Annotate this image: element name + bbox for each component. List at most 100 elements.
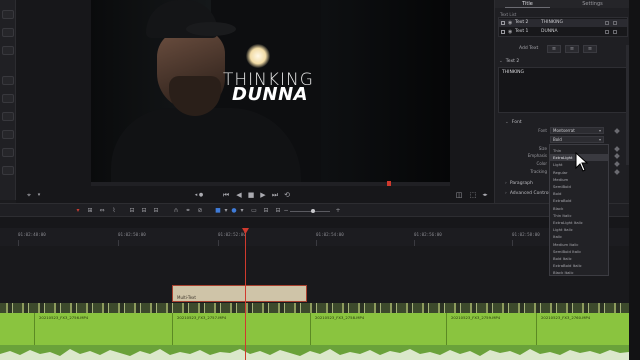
keyframe-icon[interactable]	[614, 153, 620, 159]
add-text-button[interactable]: Add Text	[519, 46, 538, 51]
lock-icon[interactable]	[613, 21, 617, 25]
lock-icon[interactable]	[613, 30, 617, 34]
chevron-down-icon[interactable]: ▾	[222, 207, 230, 215]
replace-clip-icon[interactable]: ⊟	[152, 207, 160, 215]
zoom-in-icon[interactable]: +	[334, 207, 342, 215]
zoom-slider-knob[interactable]	[311, 209, 315, 213]
strip-button[interactable]	[2, 148, 14, 157]
link-icon[interactable]: ⚭	[184, 207, 192, 215]
keyframe-icon[interactable]	[614, 169, 620, 175]
play-reverse-icon[interactable]: ◀	[234, 190, 244, 200]
dropdown-option[interactable]: Bold	[550, 190, 608, 197]
section-paragraph-header[interactable]: › Paragraph	[505, 181, 533, 186]
dropdown-option[interactable]: Black	[550, 205, 608, 212]
chevron-down-icon[interactable]: ▾	[238, 207, 246, 215]
strip-button[interactable]	[2, 46, 14, 55]
position-lock-icon[interactable]: ⊘	[196, 207, 204, 215]
skip-end-icon[interactable]: ⏭	[270, 190, 280, 200]
dropdown-option[interactable]: Italic	[550, 233, 608, 240]
chevron-down-icon[interactable]: ▾	[34, 190, 44, 200]
video-clip[interactable]: 20210523_FX3_2758.MP4	[310, 313, 446, 345]
strip-button[interactable]	[2, 94, 14, 103]
align-left-icon[interactable]: ≡	[547, 45, 561, 53]
checkbox-icon[interactable]	[501, 30, 505, 34]
fullscreen-icon[interactable]: ⬚	[468, 190, 478, 200]
dropdown-option[interactable]: ExtraBold	[550, 197, 608, 204]
zoom-custom-icon[interactable]: ⊟	[274, 207, 282, 215]
dropdown-option[interactable]: ExtraLight Italic	[550, 219, 608, 226]
trash-icon[interactable]	[605, 21, 609, 25]
strip-button[interactable]	[2, 76, 14, 85]
title-clip-label: Multi-Text	[177, 295, 196, 300]
dropdown-option[interactable]: Thin Italic	[550, 212, 608, 219]
video-clip[interactable]: 20210523_FX3_2760.MP4	[536, 313, 629, 345]
title-clip[interactable]: Multi-Text	[172, 285, 307, 302]
loop-icon[interactable]: ⟲	[282, 190, 292, 200]
strip-button[interactable]	[2, 130, 14, 139]
tab-title[interactable]: Title	[505, 0, 550, 8]
align-center-icon[interactable]: ≡	[565, 45, 579, 53]
chevron-right-icon: ›	[505, 181, 507, 186]
resolve-editor: THINKING DUNNA ⌖ ▾ ◂ ● ⏮ ◀ ■ ▶ ⏭ ⟲ ◫ ⬚ ◂…	[0, 0, 640, 360]
zoom-detail-icon[interactable]: ⊟	[262, 207, 270, 215]
video-clip[interactable]: 20210523_FX3_2756.MP4	[34, 313, 172, 345]
viewer-tool-icon[interactable]: ⌖	[24, 190, 34, 200]
checkbox-icon[interactable]	[501, 21, 505, 25]
dropdown-option[interactable]: Bold Italic	[550, 255, 608, 262]
zoom-out-icon[interactable]: −	[282, 207, 290, 215]
marker-icon[interactable]: ●	[230, 207, 238, 215]
flag-icon[interactable]: ■	[214, 207, 222, 215]
keyframe-icon[interactable]	[614, 128, 620, 134]
strip-button[interactable]	[2, 28, 14, 37]
section-text-header[interactable]: ⌄ Text 2	[499, 59, 519, 64]
title-overlay-line2[interactable]: DUNNA	[232, 84, 308, 105]
dynamic-trim-icon[interactable]: ⇔	[98, 207, 106, 215]
stop-icon[interactable]: ■	[246, 190, 256, 200]
trash-icon[interactable]	[605, 30, 609, 34]
viewer-scrubber[interactable]	[91, 181, 450, 186]
overflow-icon[interactable]: ◂▸	[480, 190, 490, 200]
dropdown-option[interactable]: SemiBold	[550, 183, 608, 190]
selection-tool-icon[interactable]: ▾	[74, 207, 82, 215]
eye-icon[interactable]: ◉	[508, 28, 512, 36]
dropdown-option[interactable]: SemiBold Italic	[550, 248, 608, 255]
text-content-field[interactable]: THINKING	[498, 67, 628, 113]
blade-tool-icon[interactable]: ⌇	[110, 207, 118, 215]
align-right-icon[interactable]: ≡	[583, 45, 597, 53]
font-select[interactable]: Montserrat ▾	[550, 127, 604, 134]
keyframe-icon[interactable]	[614, 146, 620, 152]
video-clip[interactable]: 20210523_FX3_2759.MP4	[446, 313, 536, 345]
audio-track[interactable]	[0, 345, 629, 360]
dropdown-option[interactable]: Medium Italic	[550, 241, 608, 248]
play-icon[interactable]: ▶	[258, 190, 268, 200]
strip-button[interactable]	[2, 166, 14, 175]
insert-clip-icon[interactable]: ⊟	[128, 207, 136, 215]
zoom-slider-track[interactable]	[290, 211, 330, 212]
timeline-ruler[interactable]: 01:02:48:00 01:02:50:00 01:02:52:00 01:0…	[0, 228, 629, 246]
section-font-header[interactable]: ⌄ Font	[505, 120, 522, 125]
keyframe-icon[interactable]	[614, 161, 620, 167]
dropdown-option[interactable]: Black Italic	[550, 269, 608, 276]
dropdown-option[interactable]: Light Italic	[550, 226, 608, 233]
dropdown-option[interactable]: ExtraBold Italic	[550, 262, 608, 269]
dropdown-option[interactable]: Medium	[550, 176, 608, 183]
list-item[interactable]: ◉ Text 2 THINKING	[499, 19, 627, 27]
trim-tool-icon[interactable]: ⊞	[86, 207, 94, 215]
overwrite-clip-icon[interactable]: ⊟	[140, 207, 148, 215]
list-item[interactable]: ◉ Text 1 DUNNA	[499, 28, 627, 36]
zoom-full-icon[interactable]: ▭	[250, 207, 258, 215]
font-style-select[interactable]: Bold ▾	[550, 136, 604, 143]
snapping-icon[interactable]: ∩	[172, 207, 180, 215]
scrubber-head[interactable]	[387, 181, 391, 186]
tab-settings[interactable]: Settings	[570, 0, 615, 8]
skip-start-icon[interactable]: ⏮	[221, 190, 231, 200]
strip-button[interactable]	[2, 112, 14, 121]
section-advanced-header[interactable]: › Advanced Controls	[505, 191, 552, 196]
eye-icon[interactable]: ◉	[508, 19, 512, 27]
strip-button[interactable]	[2, 10, 14, 19]
match-frame-icon[interactable]: ◫	[454, 190, 464, 200]
video-clip[interactable]: 20210523_FX3_2757.MP4	[172, 313, 310, 345]
playhead[interactable]	[245, 228, 246, 360]
chevron-down-icon: ⌄	[505, 120, 509, 125]
prev-edit-icon[interactable]: ◂ ●	[194, 190, 204, 200]
